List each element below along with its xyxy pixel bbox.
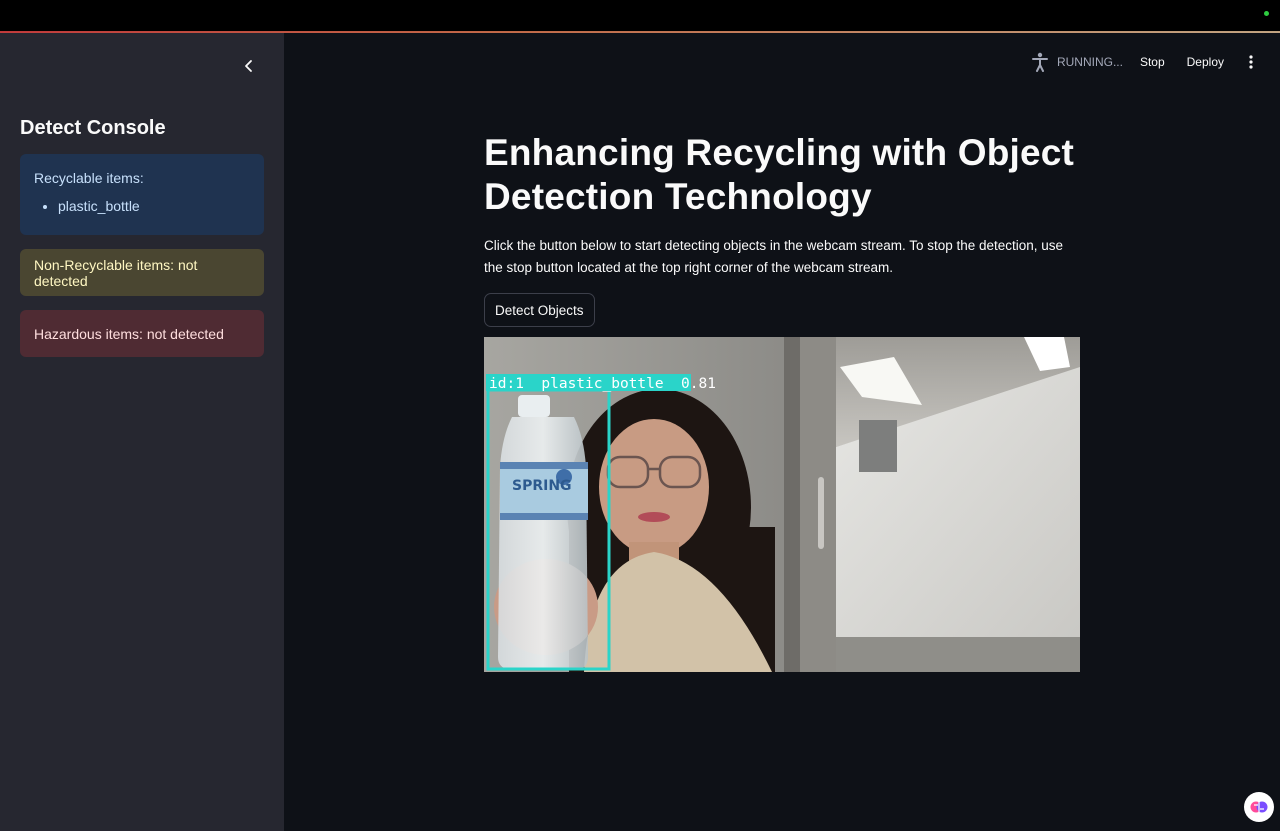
recyclable-label: Recyclable items: xyxy=(34,170,144,186)
status-text: RUNNING... xyxy=(1056,55,1123,69)
sidebar: Detect Console Recyclable items: plastic… xyxy=(0,33,284,831)
detect-objects-button[interactable]: Detect Objects xyxy=(484,293,595,327)
non-recyclable-text: Non-Recyclable items: not detected xyxy=(34,256,198,289)
main-menu-button[interactable] xyxy=(1246,55,1256,69)
app-toolbar: RUNNING... Stop Deploy xyxy=(1031,52,1256,72)
brain-icon xyxy=(1250,801,1268,813)
page-description: Click the button below to start detectin… xyxy=(484,238,1064,275)
bottle-label-text: SPRING xyxy=(512,478,572,494)
stop-button[interactable]: Stop xyxy=(1140,55,1165,69)
collapse-sidebar-button[interactable] xyxy=(238,55,260,77)
recyclable-list: plastic_bottle xyxy=(34,198,250,214)
running-person-icon xyxy=(1031,52,1048,72)
non-recyclable-alert: Non-Recyclable items: not detected xyxy=(20,249,264,296)
main-content: Enhancing Recycling with Object Detectio… xyxy=(484,131,1080,327)
browser-top-bar xyxy=(0,0,1280,32)
streamlit-badge[interactable] xyxy=(1244,792,1274,822)
page-title: Enhancing Recycling with Object Detectio… xyxy=(484,132,1075,217)
webcam-stream: SPRING id:1 plastic_bottle 0.81 xyxy=(484,337,1080,672)
detection-label: id:1 plastic_bottle 0.81 xyxy=(489,376,716,392)
running-status: RUNNING... xyxy=(1031,52,1123,72)
recyclable-alert: Recyclable items: plastic_bottle xyxy=(20,154,264,235)
hazardous-alert: Hazardous items: not detected xyxy=(20,310,264,357)
deploy-button[interactable]: Deploy xyxy=(1187,55,1224,69)
list-item: plastic_bottle xyxy=(58,198,250,214)
hazardous-text: Hazardous items: not detected xyxy=(34,325,224,342)
webcam-frame: SPRING id:1 plastic_bottle 0.81 xyxy=(484,337,1080,672)
more-vertical-icon xyxy=(1249,55,1253,69)
sidebar-title: Detect Console xyxy=(20,117,166,139)
status-dot xyxy=(1264,11,1269,16)
chevron-left-icon xyxy=(245,60,252,72)
